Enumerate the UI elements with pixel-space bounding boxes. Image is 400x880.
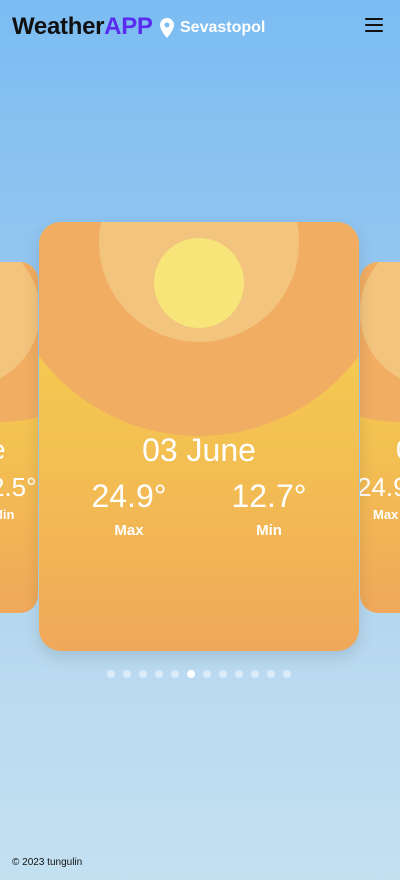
- card-min-temp: 12.7°: [231, 478, 307, 514]
- pagination-dot[interactable]: [203, 670, 211, 678]
- pagination-dot[interactable]: [219, 670, 227, 678]
- forecast-carousel[interactable]: e 2.5° Min 0 24.9 Max 03 June 24.9° 12.7…: [0, 0, 400, 880]
- pagination-dot[interactable]: [107, 670, 115, 678]
- sun-icon: [154, 238, 244, 328]
- pagination-dot[interactable]: [251, 670, 259, 678]
- carousel-pagination: [107, 670, 299, 678]
- forecast-card-previous[interactable]: e 2.5° Min: [0, 262, 38, 613]
- pagination-dot[interactable]: [123, 670, 131, 678]
- pagination-dot[interactable]: [171, 670, 179, 678]
- card-max-label: Max: [114, 522, 144, 539]
- card-min-temp: 2.5°: [0, 472, 37, 502]
- pagination-dot[interactable]: [283, 670, 291, 678]
- card-date: 0: [396, 434, 400, 466]
- forecast-card-current[interactable]: 03 June 24.9° 12.7° Max Min: [39, 222, 359, 651]
- pagination-dot[interactable]: [139, 670, 147, 678]
- pagination-dot[interactable]: [155, 670, 163, 678]
- card-max-temp: 24.9°: [91, 478, 167, 514]
- card-max-label: Max: [373, 507, 399, 522]
- pagination-dot[interactable]: [235, 670, 243, 678]
- card-date: 03 June: [142, 432, 256, 468]
- pagination-dot[interactable]: [187, 670, 195, 678]
- card-min-label: Min: [0, 507, 15, 522]
- forecast-card-next[interactable]: 0 24.9 Max: [360, 262, 400, 613]
- pagination-dot[interactable]: [267, 670, 275, 678]
- card-min-label: Min: [256, 522, 282, 539]
- card-date: e: [0, 434, 6, 466]
- card-max-temp: 24.9: [360, 472, 400, 502]
- footer-copyright: © 2023 tungulin: [12, 857, 83, 868]
